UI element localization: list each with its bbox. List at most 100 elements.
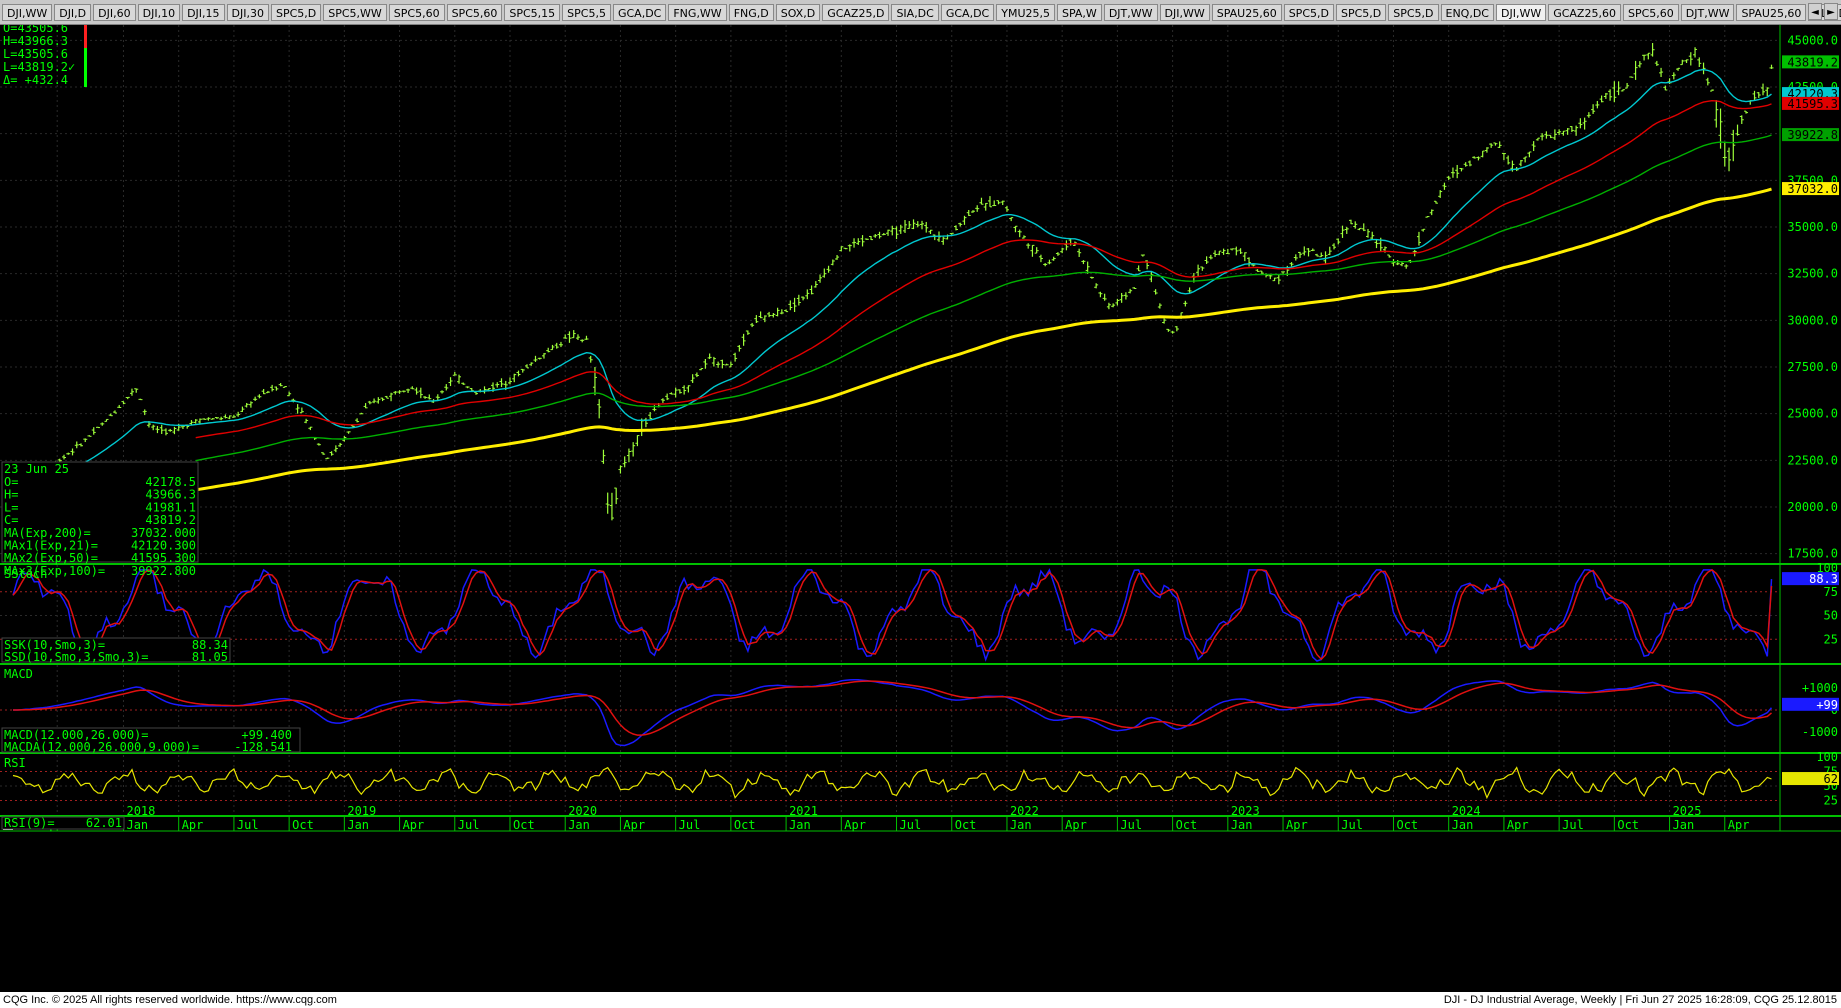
chart-tab[interactable]: SPC5,5 — [562, 3, 611, 21]
year-label: 2020 — [568, 804, 597, 818]
chart-tab[interactable]: GCAZ25,D — [822, 3, 890, 21]
ohlc-readout: L=43505.6 — [3, 47, 68, 61]
year-label: 2019 — [347, 804, 376, 818]
time-tick-label: Jul — [1562, 818, 1584, 832]
chart-tab[interactable]: SPC5,D — [270, 3, 322, 21]
chart-tab[interactable]: DJI,WW — [2, 3, 53, 21]
time-tick-label: Oct — [1176, 818, 1198, 832]
chart-tab[interactable]: DJI,WW — [1495, 3, 1547, 21]
chart-tab[interactable]: FNG,D — [728, 3, 774, 21]
rsi-value: 62 — [1824, 772, 1838, 786]
time-tick-label: Jul — [900, 818, 922, 832]
price-value-label: 41595.3 — [1782, 96, 1839, 111]
chart-tab[interactable]: SPC5,60 — [1622, 3, 1679, 21]
chart-tab[interactable]: SPC5,D — [1388, 3, 1439, 21]
chart-tab[interactable]: FNG,WW — [668, 3, 727, 21]
chart-tab[interactable]: DJT,WW — [1103, 3, 1158, 21]
chart-tab[interactable]: DJI,30 — [226, 3, 269, 21]
year-label: 2024 — [1452, 804, 1481, 818]
chart-tab[interactable]: YMU25,5 — [996, 3, 1055, 21]
ohlc-readout: Δ= +432.4 — [3, 73, 68, 87]
price-tick-label: 17500.0 — [1787, 547, 1838, 561]
chart-tab[interactable]: SPC5,15 — [504, 3, 561, 21]
rsi-readout-key: RSI(9)= — [4, 816, 55, 830]
time-tick-label: Jul — [679, 818, 701, 832]
scroll-tabs-left-button[interactable]: ◄ — [1808, 3, 1822, 20]
chart-tab[interactable]: GCAZ25,60 — [1548, 3, 1621, 21]
time-tick-label: Oct — [513, 818, 535, 832]
stoch-axis-label: 25 — [1824, 632, 1838, 646]
chart-tab[interactable]: SPA,W — [1057, 3, 1102, 21]
sstoch-value-label: 88.3 — [1782, 572, 1839, 586]
time-tick-label: Apr — [844, 818, 866, 832]
chart-tab[interactable]: ENQ,DC — [1440, 3, 1494, 21]
chart-tab[interactable]: SPAU25,60 — [1211, 3, 1282, 21]
chart-tab[interactable]: DJI,10 — [137, 3, 181, 21]
chart-tab[interactable]: SPC5,60 — [388, 3, 445, 21]
time-tick-label: Jan — [126, 818, 148, 832]
chart-tab[interactable]: SPC5,60 — [446, 3, 503, 21]
macd-title: MACD — [4, 667, 33, 681]
copyright-text: CQG Inc. © 2025 All rights reserved worl… — [3, 994, 337, 1006]
year-label: 2023 — [1231, 804, 1260, 818]
time-tick-label: Jan — [1010, 818, 1032, 832]
rsi-title: RSI — [4, 756, 26, 770]
chart-tab[interactable]: GCA,DC — [612, 3, 667, 21]
ohlc-marker — [84, 48, 87, 61]
ohlc-marker — [84, 25, 87, 35]
time-tick-label: Apr — [1728, 818, 1750, 832]
macd-readout-value: -128.541 — [234, 740, 292, 754]
chart-tab[interactable]: GCA,DC — [940, 3, 995, 21]
ohlc-marker — [84, 35, 87, 48]
chart-tab[interactable]: SPC5,WW — [323, 3, 387, 21]
time-tick-label: Apr — [623, 818, 645, 832]
macd-value-label: +99 — [1782, 697, 1839, 712]
time-tick-label: Apr — [1065, 818, 1087, 832]
time-tick-label: Jan — [568, 818, 590, 832]
chart-description: DJI - DJ Industrial Average, Weekly | Fr… — [1443, 994, 1837, 1006]
time-tick-label: Oct — [1396, 818, 1418, 832]
price-tick-label: 22500.0 — [1787, 453, 1838, 467]
time-tick-label: Oct — [955, 818, 977, 832]
scroll-tabs-right-button[interactable]: ► — [1824, 3, 1838, 20]
price-value-label-text: 39922.8 — [1787, 128, 1838, 142]
time-tick-label: Oct — [292, 818, 314, 832]
chart-tab[interactable]: DJI,60 — [93, 3, 136, 21]
ohlc-marker — [84, 61, 87, 74]
chart-tab[interactable]: SPAU25,60 — [1736, 3, 1807, 21]
chart-tab[interactable]: SOX,D — [775, 3, 821, 21]
chart-tab-bar: DJI,WW DJI,D DJI,60 DJI,10 DJI,15 DJI,30 SPC5,… — [0, 0, 1841, 25]
price-value-label: 43819.2 — [1782, 55, 1839, 69]
macd-value: +99 — [1816, 698, 1838, 712]
price-tick-label: 30000.0 — [1787, 313, 1838, 327]
price-value-label: 39922.8 — [1782, 128, 1839, 142]
ohlc-readout: L=43819.2✓ — [3, 60, 75, 74]
chart-tab[interactable]: SIA,DC — [891, 3, 939, 21]
chart-tab[interactable]: DJI,WW — [1159, 3, 1210, 21]
chart-tab[interactable]: SPC5,D — [1283, 3, 1334, 21]
price-tick-label: 45000.0 — [1787, 33, 1838, 47]
year-label: 2025 — [1673, 804, 1702, 818]
chart-tab[interactable]: DJT,WW — [1680, 3, 1735, 21]
time-tick-label: Apr — [403, 818, 425, 832]
chart-tab[interactable]: DJI,15 — [182, 3, 225, 21]
stoch-axis-label: 50 — [1824, 609, 1838, 623]
ohlc-readout: H=43966.3 — [3, 34, 68, 48]
price-tick-label: 20000.0 — [1787, 500, 1838, 514]
price-tick-label: 35000.0 — [1787, 220, 1838, 234]
time-tick-label: Jan — [1231, 818, 1253, 832]
chart-tab[interactable]: SPC5,D — [1335, 3, 1387, 21]
time-tick-label: Jan — [789, 818, 811, 832]
time-tick-label: Jul — [1341, 818, 1363, 832]
price-tick-label: 25000.0 — [1787, 407, 1838, 421]
rsi-readout-value: 62.01 — [86, 816, 122, 830]
time-tick-label: Jan — [347, 818, 369, 832]
chart-area[interactable]: 45000.042500.040000.037500.035000.032500… — [0, 25, 1841, 992]
price-value-label-text: 37032.0 — [1787, 182, 1838, 196]
time-tick-label: Apr — [182, 818, 204, 832]
price-value-label: 37032.0 — [1782, 182, 1839, 196]
macd-axis-label: -1000 — [1802, 725, 1838, 739]
rsi-value-label: 62 — [1782, 772, 1839, 786]
time-tick-label: Oct — [734, 818, 756, 832]
chart-tab[interactable]: DJI,D — [54, 3, 92, 21]
